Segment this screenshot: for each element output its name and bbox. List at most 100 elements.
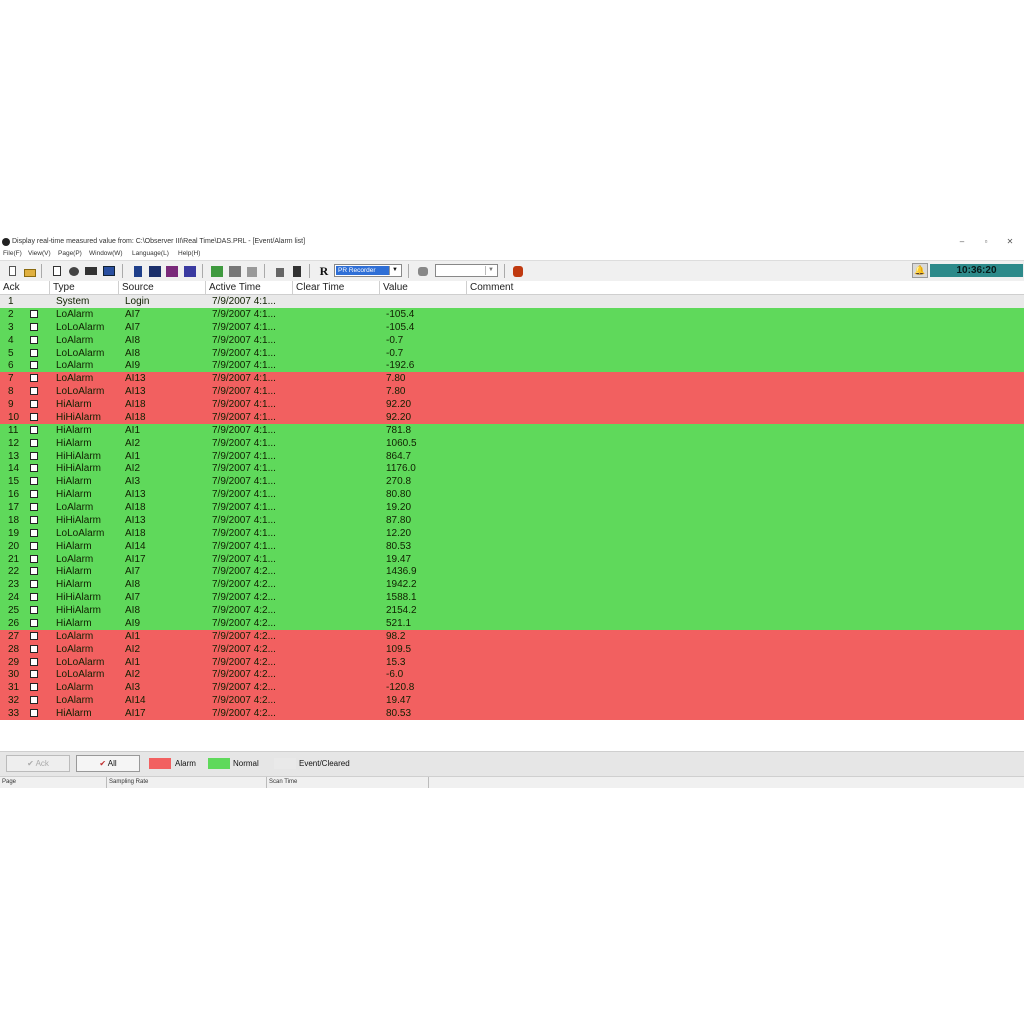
ack-checkbox[interactable] xyxy=(30,683,38,692)
table-row[interactable]: 11 HiAlarm AI1 7/9/2007 4:1... 781.8 xyxy=(0,423,1024,437)
table-row[interactable]: 31 LoAlarm AI3 7/9/2007 4:2... -120.8 xyxy=(0,681,1024,695)
table-row[interactable]: 33 HiAlarm AI17 7/9/2007 4:2... 80.53 xyxy=(0,707,1024,720)
minimize-button[interactable]: – xyxy=(952,236,972,248)
ack-checkbox[interactable] xyxy=(30,657,38,666)
ack-checkbox[interactable] xyxy=(30,644,38,653)
table-row[interactable]: 2 LoAlarm AI7 7/9/2007 4:1... -105.4 xyxy=(0,307,1024,321)
recorder-r-icon[interactable]: R xyxy=(318,264,330,277)
copy-icon[interactable] xyxy=(245,264,257,277)
ack-checkbox[interactable] xyxy=(30,374,38,383)
table-row[interactable]: 28 LoAlarm AI2 7/9/2007 4:2... 109.5 xyxy=(0,642,1024,656)
table-row[interactable]: 8 LoLoAlarm AI13 7/9/2007 4:1... 7.80 xyxy=(0,385,1024,398)
bell-icon[interactable]: 🔔 xyxy=(912,263,928,278)
col-comment[interactable]: Comment xyxy=(467,281,1024,294)
table-row[interactable]: 25 HiHiAlarm AI8 7/9/2007 4:2... 2154.2 xyxy=(0,604,1024,617)
table-row[interactable]: 10 HiHiAlarm AI18 7/9/2007 4:1... 92.20 xyxy=(0,410,1024,424)
new-file-icon[interactable] xyxy=(6,264,18,277)
menu-window[interactable]: Window(W) xyxy=(89,249,123,259)
ack-all-button[interactable]: ✔ All xyxy=(76,755,140,772)
alarm-list-icon[interactable] xyxy=(210,264,223,277)
table-row[interactable]: 7 LoAlarm AI13 7/9/2007 4:1... 7.80 xyxy=(0,372,1024,386)
table-row[interactable]: 14 HiHiAlarm AI2 7/9/2007 4:1... 1176.0 xyxy=(0,462,1024,476)
tools-icon[interactable] xyxy=(416,264,428,277)
ack-checkbox[interactable] xyxy=(30,580,38,589)
table-row[interactable]: 30 LoLoAlarm AI2 7/9/2007 4:2... -6.0 xyxy=(0,668,1024,682)
table-row[interactable]: 12 HiAlarm AI2 7/9/2007 4:1... 1060.5 xyxy=(0,436,1024,450)
table-row[interactable]: 22 HiAlarm AI7 7/9/2007 4:2... 1436.9 xyxy=(0,565,1024,579)
table-row[interactable]: 1 System Login 7/9/2007 4:1... xyxy=(0,295,1024,308)
menu-page[interactable]: Page(P) xyxy=(58,249,82,259)
table-row[interactable]: 16 HiAlarm AI13 7/9/2007 4:1... 80.80 xyxy=(0,488,1024,501)
ack-checkbox[interactable] xyxy=(30,567,38,576)
menu-file[interactable]: File(F) xyxy=(3,249,22,259)
col-active-time[interactable]: Active Time xyxy=(206,281,293,294)
col-value[interactable]: Value xyxy=(380,281,467,294)
ack-checkbox[interactable] xyxy=(30,490,38,499)
ack-checkbox[interactable] xyxy=(30,335,38,344)
channel-combo[interactable]: ▼ xyxy=(435,264,498,277)
col-type[interactable]: Type xyxy=(50,281,119,294)
ack-checkbox[interactable] xyxy=(30,631,38,640)
device-icon[interactable] xyxy=(290,264,302,277)
table-row[interactable]: 19 LoLoAlarm AI18 7/9/2007 4:1... 12.20 xyxy=(0,526,1024,540)
table-icon[interactable] xyxy=(228,264,241,277)
menu-help[interactable]: Help(H) xyxy=(178,249,200,259)
maximize-button[interactable]: ▫ xyxy=(976,236,996,248)
col-clear-time[interactable]: Clear Time xyxy=(293,281,380,294)
ack-checkbox[interactable] xyxy=(30,670,38,679)
ack-checkbox[interactable] xyxy=(30,322,38,331)
settings-gear-icon[interactable] xyxy=(67,264,79,277)
open-folder-icon[interactable] xyxy=(23,264,36,277)
table-row[interactable]: 13 HiHiAlarm AI1 7/9/2007 4:1... 864.7 xyxy=(0,449,1024,463)
ack-checkbox[interactable] xyxy=(30,503,38,511)
ack-checkbox[interactable] xyxy=(30,515,38,524)
ack-checkbox[interactable] xyxy=(30,593,38,602)
menu-language[interactable]: Language(L) xyxy=(132,249,169,259)
monitor-icon[interactable] xyxy=(84,264,97,277)
col-ack[interactable]: Ack xyxy=(0,281,50,294)
ack-checkbox[interactable] xyxy=(30,464,38,473)
ack-checkbox[interactable] xyxy=(30,412,38,421)
table-row[interactable]: 27 LoAlarm AI1 7/9/2007 4:2... 98.2 xyxy=(0,629,1024,643)
digital-view-icon[interactable] xyxy=(183,264,196,277)
table-row[interactable]: 23 HiAlarm AI8 7/9/2007 4:2... 1942.2 xyxy=(0,578,1024,592)
menu-view[interactable]: View(V) xyxy=(28,249,51,259)
chevron-down-icon[interactable]: ▼ xyxy=(485,266,496,275)
ack-checkbox[interactable] xyxy=(30,541,38,550)
ack-checkbox[interactable] xyxy=(30,451,38,460)
table-row[interactable]: 24 HiHiAlarm AI7 7/9/2007 4:2... 1588.1 xyxy=(0,591,1024,604)
chart-icon[interactable] xyxy=(273,264,285,277)
ack-checkbox[interactable] xyxy=(30,696,38,705)
ack-checkbox[interactable] xyxy=(30,361,38,370)
page-icon[interactable] xyxy=(50,264,62,277)
ack-checkbox[interactable] xyxy=(30,387,38,396)
trend-view-icon[interactable] xyxy=(148,264,161,277)
table-row[interactable]: 6 LoAlarm AI9 7/9/2007 4:1... -192.6 xyxy=(0,359,1024,373)
table-row[interactable]: 9 HiAlarm AI18 7/9/2007 4:1... 92.20 xyxy=(0,398,1024,411)
table-row[interactable]: 29 LoLoAlarm AI1 7/9/2007 4:2... 15.3 xyxy=(0,655,1024,669)
chevron-down-icon[interactable]: ▼ xyxy=(389,266,400,275)
ack-checkbox[interactable] xyxy=(30,554,38,563)
ack-checkbox[interactable] xyxy=(30,348,38,357)
recorder-select[interactable]: PR Recorder ▼ xyxy=(334,264,402,277)
ack-checkbox[interactable] xyxy=(30,438,38,447)
ack-button[interactable]: ✔ Ack xyxy=(6,755,70,772)
table-row[interactable]: 20 HiAlarm AI14 7/9/2007 4:1... 80.53 xyxy=(0,539,1024,553)
ack-checkbox[interactable] xyxy=(30,400,38,408)
table-row[interactable]: 21 LoAlarm AI17 7/9/2007 4:1... 19.47 xyxy=(0,552,1024,566)
table-row[interactable]: 17 LoAlarm AI18 7/9/2007 4:1... 19.20 xyxy=(0,501,1024,514)
table-row[interactable]: 18 HiHiAlarm AI13 7/9/2007 4:1... 87.80 xyxy=(0,513,1024,527)
ack-checkbox[interactable] xyxy=(30,309,38,318)
table-row[interactable]: 3 LoLoAlarm AI7 7/9/2007 4:1... -105.4 xyxy=(0,320,1024,334)
exit-icon[interactable] xyxy=(511,264,523,277)
table-row[interactable]: 4 LoAlarm AI8 7/9/2007 4:1... -0.7 xyxy=(0,333,1024,347)
ack-checkbox[interactable] xyxy=(30,606,38,614)
close-button[interactable]: ✕ xyxy=(1000,236,1020,248)
table-row[interactable]: 32 LoAlarm AI14 7/9/2007 4:2... 19.47 xyxy=(0,694,1024,707)
grid-view-icon[interactable] xyxy=(102,264,115,277)
ack-checkbox[interactable] xyxy=(30,528,38,537)
panel-view-icon[interactable] xyxy=(131,264,143,277)
col-source[interactable]: Source xyxy=(119,281,206,294)
ack-checkbox[interactable] xyxy=(30,477,38,486)
bar-view-icon[interactable] xyxy=(165,264,178,277)
